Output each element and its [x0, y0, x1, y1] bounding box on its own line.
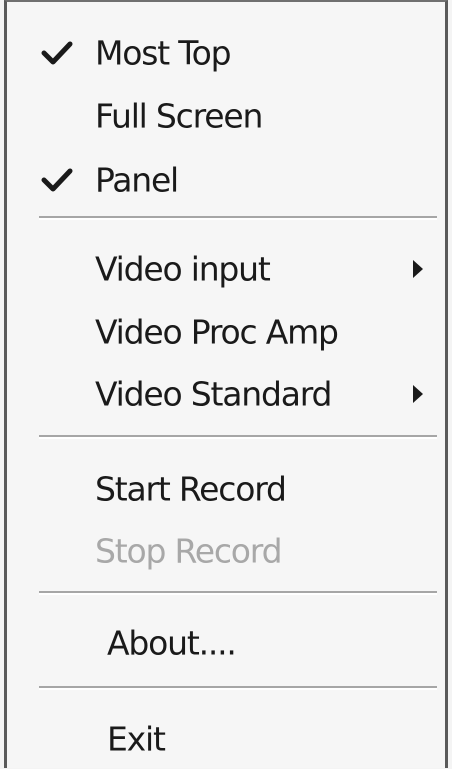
menu-item-label: Most Top	[95, 33, 232, 73]
menu-item-label: Exit	[107, 719, 166, 759]
menu-item-stop-record: Stop Record	[7, 521, 445, 581]
menu-item-video-proc-amp[interactable]: Video Proc Amp	[7, 302, 445, 362]
menu-item-label: Panel	[95, 160, 179, 200]
menu-item-label: Video input	[95, 249, 271, 289]
menu-separator	[39, 435, 437, 439]
menu-item-label: Video Standard	[95, 374, 332, 414]
menu-separator	[39, 216, 437, 220]
menu-item-start-record[interactable]: Start Record	[7, 459, 445, 519]
menu-separator	[39, 591, 437, 595]
menu-item-label: Video Proc Amp	[95, 312, 339, 352]
menu-item-exit[interactable]: Exit	[7, 709, 445, 769]
menu-item-label: Stop Record	[95, 531, 283, 571]
check-icon	[41, 168, 73, 192]
menu-item-most-top[interactable]: Most Top	[7, 23, 445, 83]
menu-item-label: About....	[107, 623, 237, 663]
menu-item-video-standard[interactable]: Video Standard	[7, 364, 445, 424]
menu-item-video-input[interactable]: Video input	[7, 239, 445, 299]
chevron-right-icon	[413, 260, 423, 278]
chevron-right-icon	[413, 385, 423, 403]
menu-item-about[interactable]: About....	[7, 613, 445, 673]
menu-item-label: Start Record	[95, 469, 287, 509]
menu-item-panel[interactable]: Panel	[7, 150, 445, 210]
check-icon	[41, 41, 73, 65]
menu-item-full-screen[interactable]: Full Screen	[7, 86, 445, 146]
menu-separator	[39, 686, 437, 690]
menu-item-label: Full Screen	[95, 96, 263, 136]
context-menu: Most Top Full Screen Panel Video input V…	[4, 0, 448, 768]
